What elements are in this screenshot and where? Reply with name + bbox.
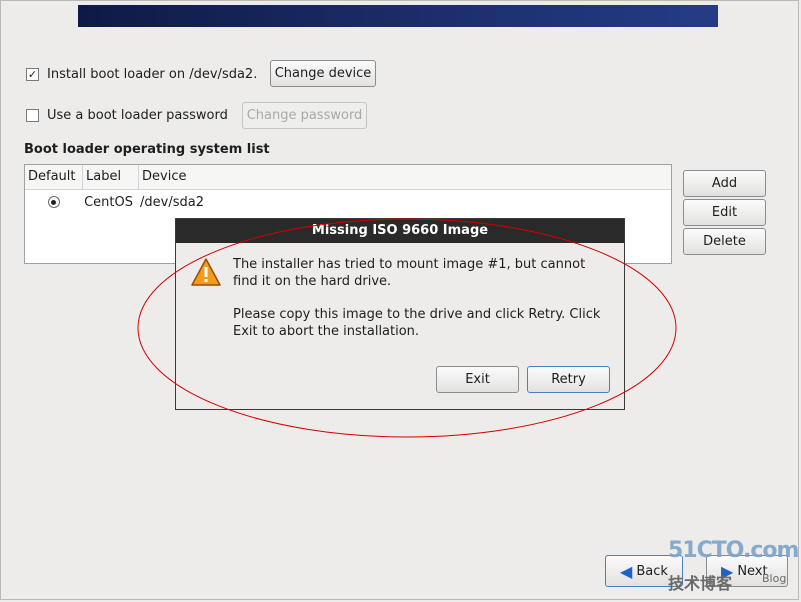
watermark-logo: 51CTO.com (668, 538, 799, 563)
watermark-subtitle: 技术博客 (668, 574, 733, 593)
watermark-blog: Blog (762, 572, 787, 585)
back-arrow-icon: ◀ (620, 561, 633, 581)
annotation-ellipse (137, 218, 677, 438)
back-label: Back (636, 563, 668, 579)
